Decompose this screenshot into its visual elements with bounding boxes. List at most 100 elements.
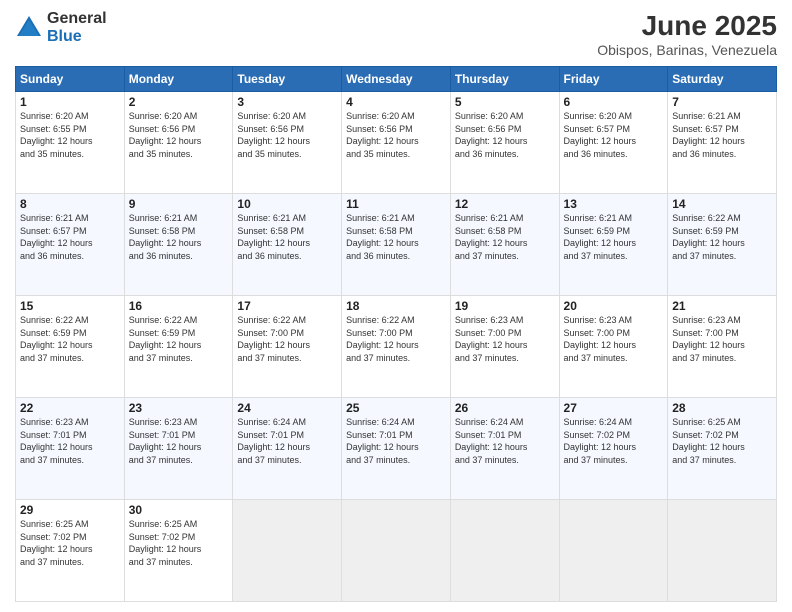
day-number: 4 [346,95,446,109]
day-number: 1 [20,95,120,109]
day-info: Sunrise: 6:24 AM Sunset: 7:01 PM Dayligh… [455,416,555,466]
calendar-cell [559,500,668,602]
calendar-cell: 26Sunrise: 6:24 AM Sunset: 7:01 PM Dayli… [450,398,559,500]
day-number: 14 [672,197,772,211]
calendar-cell: 2Sunrise: 6:20 AM Sunset: 6:56 PM Daylig… [124,92,233,194]
day-number: 17 [237,299,337,313]
day-info: Sunrise: 6:24 AM Sunset: 7:01 PM Dayligh… [237,416,337,466]
day-number: 24 [237,401,337,415]
day-info: Sunrise: 6:20 AM Sunset: 6:56 PM Dayligh… [346,110,446,160]
day-number: 2 [129,95,229,109]
day-info: Sunrise: 6:24 AM Sunset: 7:01 PM Dayligh… [346,416,446,466]
calendar-cell: 28Sunrise: 6:25 AM Sunset: 7:02 PM Dayli… [668,398,777,500]
calendar-header-thursday: Thursday [450,67,559,92]
calendar-cell: 29Sunrise: 6:25 AM Sunset: 7:02 PM Dayli… [16,500,125,602]
day-info: Sunrise: 6:20 AM Sunset: 6:56 PM Dayligh… [237,110,337,160]
calendar-cell: 10Sunrise: 6:21 AM Sunset: 6:58 PM Dayli… [233,194,342,296]
calendar-header-tuesday: Tuesday [233,67,342,92]
day-info: Sunrise: 6:22 AM Sunset: 6:59 PM Dayligh… [20,314,120,364]
day-info: Sunrise: 6:24 AM Sunset: 7:02 PM Dayligh… [564,416,664,466]
day-info: Sunrise: 6:21 AM Sunset: 6:58 PM Dayligh… [129,212,229,262]
day-number: 10 [237,197,337,211]
day-number: 27 [564,401,664,415]
calendar-cell [450,500,559,602]
day-info: Sunrise: 6:23 AM Sunset: 7:00 PM Dayligh… [455,314,555,364]
calendar-cell: 8Sunrise: 6:21 AM Sunset: 6:57 PM Daylig… [16,194,125,296]
header: General Blue June 2025 Obispos, Barinas,… [15,10,777,58]
day-number: 3 [237,95,337,109]
calendar-header-friday: Friday [559,67,668,92]
day-info: Sunrise: 6:22 AM Sunset: 6:59 PM Dayligh… [129,314,229,364]
day-number: 19 [455,299,555,313]
calendar-cell: 16Sunrise: 6:22 AM Sunset: 6:59 PM Dayli… [124,296,233,398]
day-info: Sunrise: 6:21 AM Sunset: 6:58 PM Dayligh… [455,212,555,262]
day-info: Sunrise: 6:20 AM Sunset: 6:57 PM Dayligh… [564,110,664,160]
day-info: Sunrise: 6:23 AM Sunset: 7:00 PM Dayligh… [672,314,772,364]
day-info: Sunrise: 6:21 AM Sunset: 6:58 PM Dayligh… [237,212,337,262]
day-number: 6 [564,95,664,109]
day-number: 7 [672,95,772,109]
day-number: 20 [564,299,664,313]
day-info: Sunrise: 6:21 AM Sunset: 6:59 PM Dayligh… [564,212,664,262]
day-number: 9 [129,197,229,211]
calendar-cell: 11Sunrise: 6:21 AM Sunset: 6:58 PM Dayli… [342,194,451,296]
day-number: 22 [20,401,120,415]
day-number: 28 [672,401,772,415]
day-info: Sunrise: 6:20 AM Sunset: 6:56 PM Dayligh… [455,110,555,160]
calendar-cell: 14Sunrise: 6:22 AM Sunset: 6:59 PM Dayli… [668,194,777,296]
calendar-cell: 5Sunrise: 6:20 AM Sunset: 6:56 PM Daylig… [450,92,559,194]
day-number: 13 [564,197,664,211]
day-number: 18 [346,299,446,313]
calendar-cell: 20Sunrise: 6:23 AM Sunset: 7:00 PM Dayli… [559,296,668,398]
day-info: Sunrise: 6:22 AM Sunset: 6:59 PM Dayligh… [672,212,772,262]
day-info: Sunrise: 6:21 AM Sunset: 6:58 PM Dayligh… [346,212,446,262]
calendar-cell: 27Sunrise: 6:24 AM Sunset: 7:02 PM Dayli… [559,398,668,500]
logo-blue: Blue [47,28,107,46]
calendar-cell: 4Sunrise: 6:20 AM Sunset: 6:56 PM Daylig… [342,92,451,194]
day-number: 23 [129,401,229,415]
calendar-cell: 23Sunrise: 6:23 AM Sunset: 7:01 PM Dayli… [124,398,233,500]
day-info: Sunrise: 6:20 AM Sunset: 6:55 PM Dayligh… [20,110,120,160]
day-number: 12 [455,197,555,211]
day-info: Sunrise: 6:22 AM Sunset: 7:00 PM Dayligh… [237,314,337,364]
calendar-week-row: 15Sunrise: 6:22 AM Sunset: 6:59 PM Dayli… [16,296,777,398]
calendar-header-monday: Monday [124,67,233,92]
day-info: Sunrise: 6:25 AM Sunset: 7:02 PM Dayligh… [20,518,120,568]
calendar-cell: 6Sunrise: 6:20 AM Sunset: 6:57 PM Daylig… [559,92,668,194]
calendar-header-row: SundayMondayTuesdayWednesdayThursdayFrid… [16,67,777,92]
calendar-week-row: 1Sunrise: 6:20 AM Sunset: 6:55 PM Daylig… [16,92,777,194]
logo-general: General [47,10,107,28]
day-number: 11 [346,197,446,211]
calendar-cell [342,500,451,602]
calendar-cell: 9Sunrise: 6:21 AM Sunset: 6:58 PM Daylig… [124,194,233,296]
day-number: 5 [455,95,555,109]
day-number: 16 [129,299,229,313]
day-number: 8 [20,197,120,211]
day-info: Sunrise: 6:22 AM Sunset: 7:00 PM Dayligh… [346,314,446,364]
day-info: Sunrise: 6:21 AM Sunset: 6:57 PM Dayligh… [20,212,120,262]
calendar-cell: 12Sunrise: 6:21 AM Sunset: 6:58 PM Dayli… [450,194,559,296]
main-title: June 2025 [597,10,777,42]
calendar-cell: 1Sunrise: 6:20 AM Sunset: 6:55 PM Daylig… [16,92,125,194]
day-number: 25 [346,401,446,415]
day-info: Sunrise: 6:25 AM Sunset: 7:02 PM Dayligh… [672,416,772,466]
day-info: Sunrise: 6:21 AM Sunset: 6:57 PM Dayligh… [672,110,772,160]
calendar-header-wednesday: Wednesday [342,67,451,92]
subtitle: Obispos, Barinas, Venezuela [597,42,777,58]
calendar-week-row: 29Sunrise: 6:25 AM Sunset: 7:02 PM Dayli… [16,500,777,602]
calendar-cell: 24Sunrise: 6:24 AM Sunset: 7:01 PM Dayli… [233,398,342,500]
calendar-cell: 22Sunrise: 6:23 AM Sunset: 7:01 PM Dayli… [16,398,125,500]
day-number: 21 [672,299,772,313]
logo: General Blue [15,10,107,45]
calendar-cell: 17Sunrise: 6:22 AM Sunset: 7:00 PM Dayli… [233,296,342,398]
day-info: Sunrise: 6:23 AM Sunset: 7:00 PM Dayligh… [564,314,664,364]
calendar-header-saturday: Saturday [668,67,777,92]
title-block: June 2025 Obispos, Barinas, Venezuela [597,10,777,58]
calendar-week-row: 22Sunrise: 6:23 AM Sunset: 7:01 PM Dayli… [16,398,777,500]
logo-text: General Blue [47,10,107,45]
calendar-cell: 25Sunrise: 6:24 AM Sunset: 7:01 PM Dayli… [342,398,451,500]
calendar-cell: 21Sunrise: 6:23 AM Sunset: 7:00 PM Dayli… [668,296,777,398]
calendar-cell [233,500,342,602]
calendar-cell: 13Sunrise: 6:21 AM Sunset: 6:59 PM Dayli… [559,194,668,296]
calendar-cell: 15Sunrise: 6:22 AM Sunset: 6:59 PM Dayli… [16,296,125,398]
